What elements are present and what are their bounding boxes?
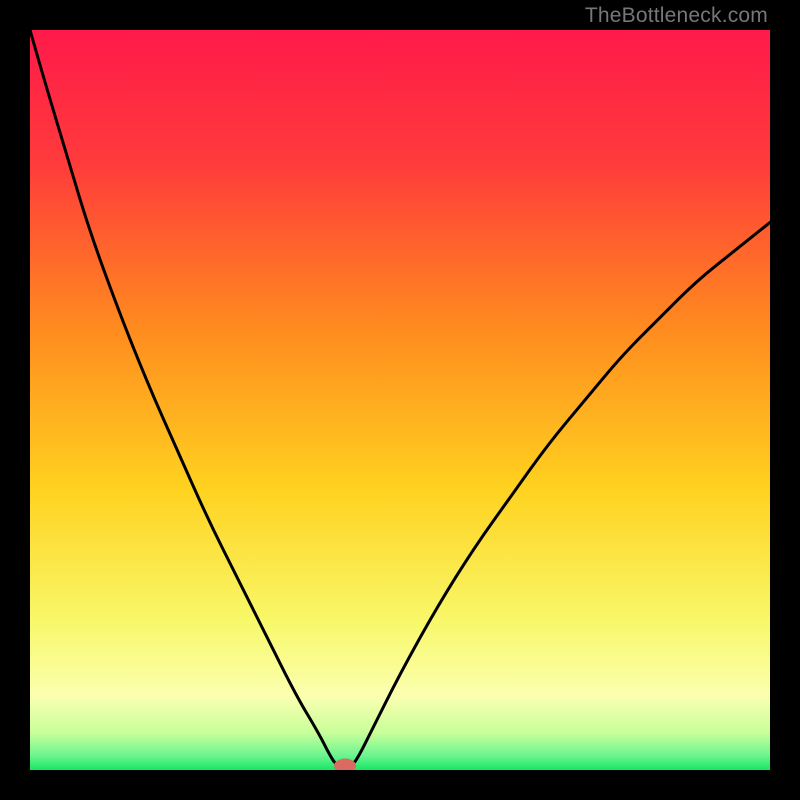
chart-frame: TheBottleneck.com <box>0 0 800 800</box>
bottleneck-curve <box>30 30 770 770</box>
optimal-point-marker <box>334 759 356 770</box>
watermark-text: TheBottleneck.com <box>585 4 768 28</box>
plot-area <box>30 30 770 770</box>
